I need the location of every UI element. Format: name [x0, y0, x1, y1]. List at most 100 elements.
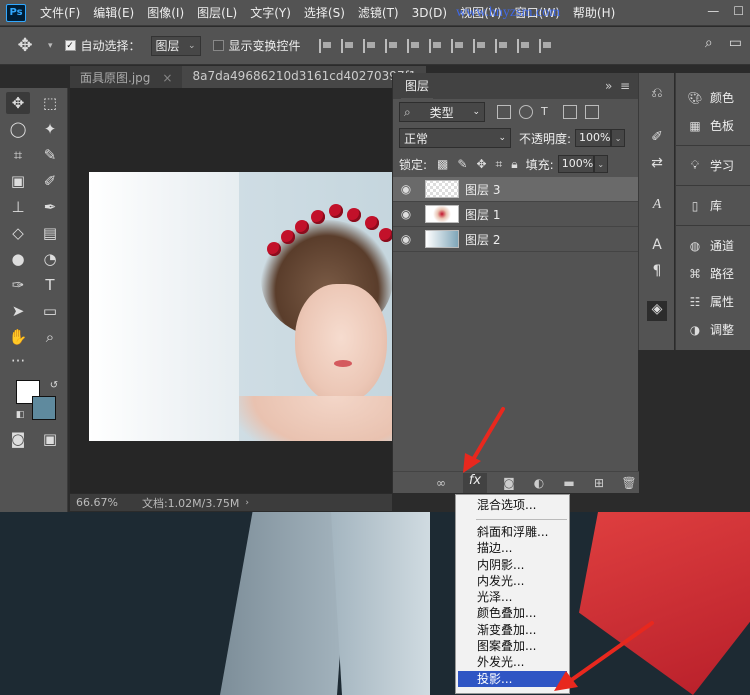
eye-icon[interactable]: ◉ — [393, 182, 419, 196]
blend-mode-dropdown[interactable]: 正常 ⌄ — [399, 128, 511, 148]
pen-tool-icon[interactable]: ✑ — [6, 274, 30, 296]
auto-select-checkbox[interactable]: ✓ — [64, 40, 76, 51]
filter-type-icon[interactable]: T — [541, 105, 555, 119]
lasso-tool-icon[interactable]: ◯ — [6, 118, 30, 140]
new-group-icon[interactable]: ▬ — [561, 476, 577, 490]
align-right-icon[interactable] — [428, 38, 443, 53]
zoom-tool-icon[interactable]: ⌕ — [38, 326, 62, 348]
add-mask-icon[interactable]: ◙ — [501, 476, 517, 490]
add-layer-style-button[interactable]: fx — [463, 472, 487, 493]
menu-item-stroke[interactable]: 描边... — [456, 540, 569, 556]
type-tool-icon[interactable]: T — [38, 274, 62, 296]
lock-transparency-icon[interactable]: ▩ — [437, 157, 448, 172]
distribute-hcenter-icon[interactable] — [538, 38, 553, 53]
panel-color[interactable]: 🎨︎ 颜色 — [686, 89, 734, 106]
menu-item-satin[interactable]: 光泽... — [456, 589, 569, 605]
menu-3d[interactable]: 3D(D) — [412, 6, 447, 20]
align-left-icon[interactable] — [384, 38, 399, 53]
panel-swatches[interactable]: ▦ 色板 — [686, 117, 734, 134]
menu-item-bevel-emboss[interactable]: 斜面和浮雕... — [456, 524, 569, 540]
panel-learn[interactable]: 💡︎ 学习 — [686, 157, 734, 174]
lock-pixels-icon[interactable]: ✎ — [457, 157, 467, 172]
marquee-tool-icon[interactable]: ⬚ — [38, 92, 62, 114]
character-icon[interactable]: A — [647, 197, 667, 217]
layer-row[interactable]: ◉ 图层 2 — [393, 227, 638, 252]
zoom-level[interactable]: 66.67% — [76, 496, 118, 509]
history-brush-tool-icon[interactable]: ✒ — [38, 196, 62, 218]
distribute-vcenter-icon[interactable] — [472, 38, 487, 53]
background-color-swatch[interactable] — [32, 396, 56, 420]
default-colors-icon[interactable]: ◧ — [8, 404, 32, 426]
eyedropper-tool-icon[interactable]: ✎ — [38, 144, 62, 166]
menu-file[interactable]: 文件(F) — [40, 4, 80, 21]
tool-preset-caret-icon[interactable]: ▾ — [48, 41, 53, 51]
document-canvas[interactable] — [89, 172, 393, 441]
history-icon[interactable]: ⎌ — [647, 85, 667, 105]
align-top-icon[interactable] — [318, 38, 333, 53]
align-vcenter-icon[interactable] — [340, 38, 355, 53]
tool-presets-icon[interactable]: ⇄ — [647, 155, 667, 175]
eye-icon[interactable]: ◉ — [393, 207, 419, 221]
filter-smart-object-icon[interactable] — [585, 105, 599, 119]
dodge-tool-icon[interactable]: ◔ — [38, 248, 62, 270]
hand-tool-icon[interactable]: ✋ — [6, 326, 30, 348]
menu-edit[interactable]: 编辑(E) — [93, 4, 134, 21]
workspace-icon[interactable]: ▭ — [729, 35, 742, 51]
menu-filter[interactable]: 滤镜(T) — [358, 4, 399, 21]
new-layer-icon[interactable]: ⊞ — [591, 476, 607, 490]
panel-channels[interactable]: ◍ 通道 — [686, 237, 734, 254]
search-icon[interactable]: ⌕ — [705, 35, 713, 51]
tab-face-mask-original[interactable]: 面具原图.jpg × — [70, 66, 183, 88]
layers-stack-icon[interactable]: ◈ — [647, 301, 667, 321]
chevron-right-icon[interactable]: › — [245, 498, 249, 508]
menu-item-inner-shadow[interactable]: 内阴影... — [456, 557, 569, 573]
distribute-bottom-icon[interactable] — [494, 38, 509, 53]
panel-adjustments[interactable]: ◑ 调整 — [686, 321, 734, 338]
healing-brush-tool-icon[interactable]: ▣ — [6, 170, 30, 192]
move-tool-icon[interactable]: ✥ — [6, 92, 30, 114]
panel-paths[interactable]: ⌘ 路径 — [686, 265, 734, 282]
layer-row[interactable]: ◉ 图层 1 — [393, 202, 638, 227]
swap-colors-icon[interactable]: ↺ — [42, 374, 66, 396]
fill-slider-toggle[interactable]: ⌄ — [593, 155, 608, 173]
lock-all-icon[interactable]: 🔒︎ — [511, 157, 517, 172]
panel-menu-icon[interactable]: » ≡ — [605, 79, 630, 93]
filter-pixel-icon[interactable] — [497, 105, 511, 119]
rectangle-tool-icon[interactable]: ▭ — [38, 300, 62, 322]
menu-select[interactable]: 选择(S) — [304, 4, 345, 21]
menu-help[interactable]: 帮助(H) — [573, 4, 615, 21]
panel-libraries[interactable]: ▯ 库 — [686, 197, 722, 214]
brush-settings-icon[interactable]: ✐ — [647, 129, 667, 149]
canvas-area[interactable] — [70, 88, 393, 493]
distribute-top-icon[interactable] — [450, 38, 465, 53]
layer-filter-dropdown[interactable]: ⌕ 类型 ⌄ — [399, 102, 485, 122]
panel-properties[interactable]: ☷ 属性 — [686, 293, 734, 310]
show-transform-checkbox[interactable] — [212, 40, 224, 51]
opacity-slider-toggle[interactable]: ⌄ — [611, 129, 626, 147]
menu-image[interactable]: 图像(I) — [147, 4, 184, 21]
link-layers-icon[interactable]: ∞ — [433, 476, 449, 490]
gradient-tool-icon[interactable]: ▤ — [38, 222, 62, 244]
menu-item-blending-options[interactable]: 混合选项... — [456, 495, 569, 515]
tab-active-document[interactable]: 8a7da49686210d3161cd40270397f1 — [182, 66, 427, 88]
brush-tool-icon[interactable]: ✐ — [38, 170, 62, 192]
quick-mask-icon[interactable]: ◙ — [6, 428, 30, 450]
magic-wand-tool-icon[interactable]: ✦ — [38, 118, 62, 140]
more-tools-icon[interactable]: ··· — [6, 350, 30, 372]
auto-select-dropdown[interactable]: 图层 ⌄ — [150, 35, 201, 56]
new-adjustment-layer-icon[interactable]: ◐ — [531, 476, 547, 490]
opacity-input[interactable]: 100% — [575, 129, 612, 147]
tab-layers[interactable]: 图层 — [401, 73, 434, 99]
filter-shape-icon[interactable] — [563, 105, 577, 119]
character-styles-icon[interactable]: A — [647, 237, 667, 257]
layer-row[interactable]: ◉ 图层 3 — [393, 177, 638, 202]
clone-stamp-tool-icon[interactable]: ⊥ — [6, 196, 30, 218]
lock-artboard-icon[interactable]: ⌗ — [496, 157, 503, 172]
move-tool-icon[interactable]: ✥ — [14, 35, 36, 57]
lock-position-icon[interactable]: ✥ — [476, 157, 486, 172]
eraser-tool-icon[interactable]: ◇ — [6, 222, 30, 244]
minimize-icon[interactable]: — — [707, 4, 719, 18]
path-selection-tool-icon[interactable]: ➤ — [6, 300, 30, 322]
crop-tool-icon[interactable]: ⌗ — [6, 144, 30, 166]
fill-input[interactable]: 100% — [557, 155, 594, 173]
